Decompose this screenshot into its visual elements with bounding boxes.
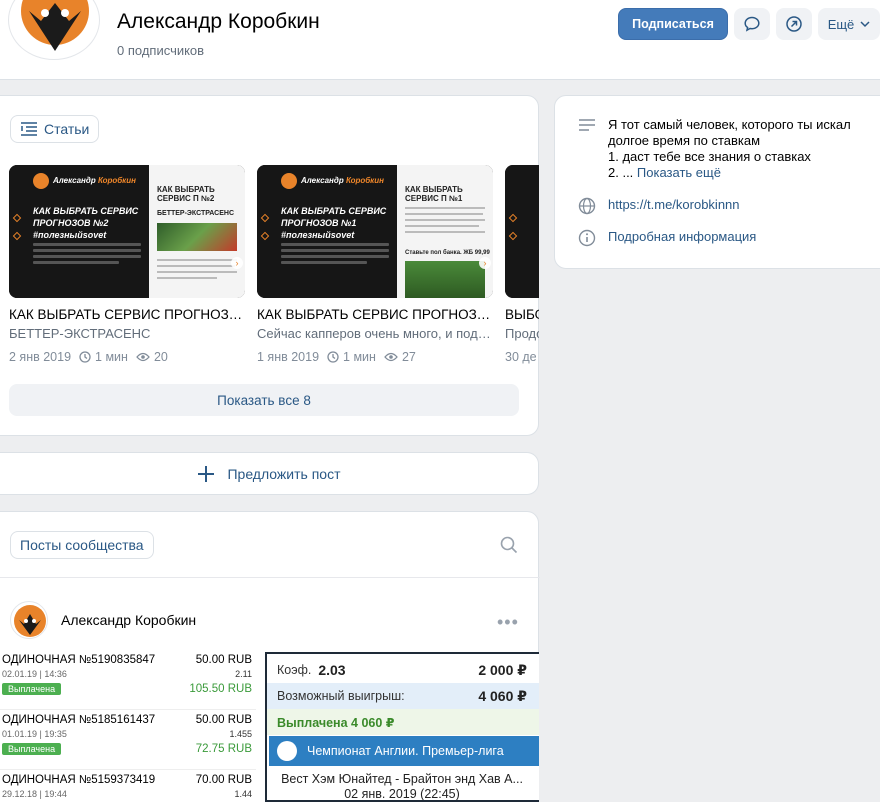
search-icon[interactable] [500, 536, 518, 554]
article-subtitle: Продо [505, 326, 539, 341]
description-row: Я тот самый человек, которого ты искал д… [578, 117, 868, 181]
show-more-link[interactable]: Показать ещё [637, 165, 721, 180]
thumb-right-title: КАК ВЫБРАТЬ СЕРВИС П №1 [405, 185, 463, 203]
page-title: Александр Коробкин [117, 10, 320, 33]
message-icon [744, 16, 760, 32]
article-subtitle: БЕТТЕР-ЭКСТРАСЕНС [9, 326, 151, 341]
article-meta: 1 янв 2019 1 мин 27 [257, 350, 416, 364]
subscribers-count: 0 подписчиков [117, 43, 205, 58]
link-row: https://t.me/korobkinnn [578, 197, 740, 215]
divider [0, 577, 540, 578]
football-icon [277, 741, 297, 761]
clock-icon [79, 351, 91, 363]
plus-icon [198, 465, 215, 482]
bet-row: ОДИНОЧНАЯ №5185161437 50.00 RUB 01.01.19… [0, 710, 256, 770]
article-title: ВЫБО [505, 307, 539, 322]
share-icon [786, 16, 802, 32]
message-button[interactable] [734, 8, 770, 40]
chevron-right-icon: › [479, 257, 491, 269]
tab-community-posts[interactable]: Посты сообщества [10, 531, 154, 559]
tab-articles-label: Статьи [44, 121, 90, 137]
post-author-name[interactable]: Александр Коробкин [61, 612, 196, 628]
avatar[interactable] [8, 0, 100, 60]
thumb-right-title: КАК ВЫБРАТЬ СЕРВИС П №2 [157, 185, 215, 203]
info-icon [578, 229, 596, 247]
article-card[interactable]: Александр Коробкин КАК ВЫБРАТЬ СЕРВИС ПР… [257, 165, 493, 364]
article-image [405, 261, 485, 298]
eye-icon [136, 352, 150, 362]
brand-logo-icon [281, 173, 297, 189]
championship-bar: Чемпионат Англии. Премьер-лига [269, 736, 539, 766]
chevron-right-icon: › [231, 257, 243, 269]
share-button[interactable] [776, 8, 812, 40]
article-thumbnail [505, 165, 539, 298]
article-title: КАК ВЫБРАТЬ СЕРВИС ПРОГНОЗОВ №1 [257, 307, 493, 322]
subscribe-button[interactable]: Подписаться [618, 8, 728, 40]
article-subtitle: Сейчас капперов очень много, и подавляющ… [257, 326, 493, 341]
more-button[interactable]: Ещё [818, 8, 880, 40]
post-menu-icon[interactable]: ••• [497, 612, 519, 633]
text-lines-icon [579, 119, 595, 131]
bet-row: ОДИНОЧНАЯ №5159373419 70.00 RUB 29.12.18… [0, 770, 256, 802]
post-author-avatar[interactable] [10, 601, 48, 639]
articles-icon [21, 122, 37, 136]
match-info: Вест Хэм Юнайтед - Брайтон энд Хав А... … [281, 772, 523, 801]
tab-articles[interactable]: Статьи [10, 115, 100, 143]
article-image [157, 223, 237, 251]
article-card[interactable]: Александр Коробкин КАК ВЫБРАТЬ СЕРВИС ПР… [9, 165, 245, 364]
show-all-articles-button[interactable]: Показать все 8 [9, 384, 519, 416]
bet-row: ОДИНОЧНАЯ №5190835847 50.00 RUB 02.01.19… [0, 650, 256, 710]
globe-icon [578, 197, 596, 215]
article-thumbnail: Александр Коробкин КАК ВЫБРАТЬ СЕРВИС ПР… [257, 165, 493, 298]
brand-logo-icon [33, 173, 49, 189]
details-link[interactable]: Подробная информация [608, 229, 756, 247]
bet-history-image: ОДИНОЧНАЯ №5190835847 50.00 RUB 02.01.19… [0, 650, 256, 802]
description-text: Я тот самый человек, которого ты искал д… [608, 117, 851, 180]
article-card-partial[interactable]: ВЫБО Продо 30 де [505, 165, 539, 375]
article-title: КАК ВЫБРАТЬ СЕРВИС ПРОГНОЗОВ №2 [9, 307, 245, 322]
chevron-down-icon [860, 21, 870, 28]
clock-icon [327, 351, 339, 363]
thumb-headline: КАК ВЫБРАТЬ СЕРВИС ПРОГНОЗОВ №1 #полезны… [281, 206, 387, 240]
status-badge: Выплачена [2, 683, 62, 695]
article-thumbnail: Александр Коробкин КАК ВЫБРАТЬ СЕРВИС ПР… [9, 165, 245, 298]
thumb-headline: КАК ВЫБРАТЬ СЕРВИС ПРОГНОЗОВ №2 #полезны… [33, 206, 139, 240]
eye-icon [384, 352, 398, 362]
status-badge: Выплачена [2, 743, 62, 755]
article-meta: 2 янв 2019 1 мин 20 [9, 350, 168, 364]
details-row: Подробная информация [578, 229, 756, 247]
suggest-post-button[interactable]: Предложить пост [0, 452, 539, 495]
profile-header: Александр Коробкин 0 подписчиков Подписа… [0, 0, 880, 80]
suggest-post-label: Предложить пост [227, 465, 341, 482]
telegram-link[interactable]: https://t.me/korobkinnn [608, 197, 740, 215]
tab-community-posts-label: Посты сообщества [20, 537, 144, 553]
bet-coupon-image: Коэф. 2.03 2 000 ₽ Возможный выигрыш: 4 … [265, 652, 539, 802]
more-label: Ещё [827, 16, 855, 32]
